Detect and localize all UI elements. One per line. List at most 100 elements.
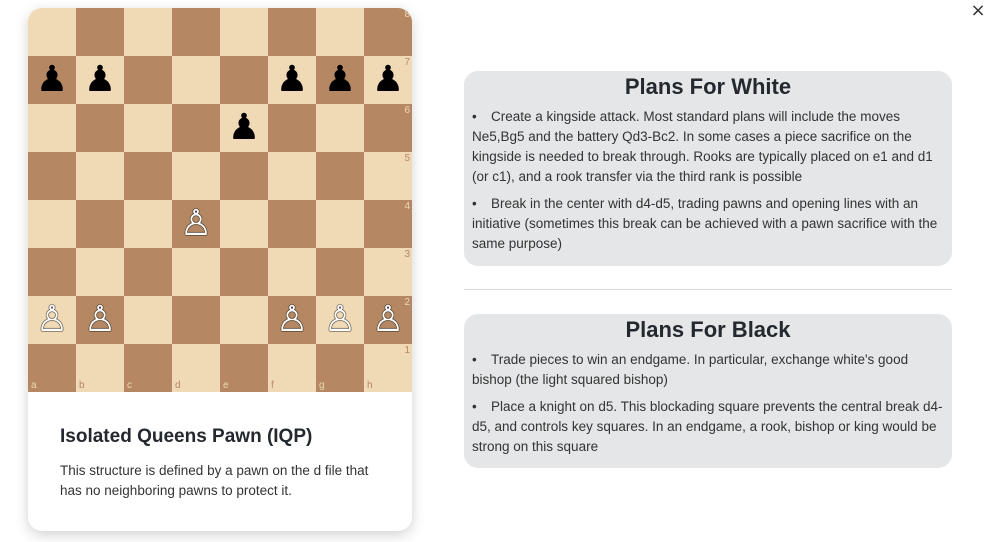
square-h6[interactable]: 6 [364,104,412,152]
square-a4[interactable] [28,200,76,248]
square-f3[interactable] [268,248,316,296]
black-pawn-icon[interactable]: ♟ [268,56,316,104]
file-label: b [79,380,85,391]
square-e6[interactable]: ♟ [220,104,268,152]
square-h3[interactable]: 3 [364,248,412,296]
square-d2[interactable] [172,296,220,344]
black-pawn-icon[interactable]: ♟ [76,56,124,104]
structure-title: Isolated Queens Pawn (IQP) [60,426,313,447]
square-c3[interactable] [124,248,172,296]
black-pawn-icon[interactable]: ♟ [28,56,76,104]
square-h8[interactable]: 8 [364,8,412,56]
bullet-icon: • [472,196,477,211]
square-g1[interactable]: g [316,344,364,392]
square-g3[interactable] [316,248,364,296]
plan-text: Trade pieces to win an endgame. In parti… [472,352,909,387]
square-d6[interactable] [172,104,220,152]
black-plan-item: • Trade pieces to win an endgame. In part… [472,350,944,390]
square-b6[interactable] [76,104,124,152]
square-g5[interactable] [316,152,364,200]
white-pawn-icon[interactable]: ♙ [28,296,76,344]
square-g7[interactable]: ♟ [316,56,364,104]
square-a5[interactable] [28,152,76,200]
square-g8[interactable] [316,8,364,56]
square-g2[interactable]: ♙ [316,296,364,344]
square-d3[interactable] [172,248,220,296]
white-plan-item: • Create a kingside attack. Most standard… [472,107,944,187]
square-f2[interactable]: ♙ [268,296,316,344]
square-h1[interactable]: 1h [364,344,412,392]
square-a8[interactable] [28,8,76,56]
square-f8[interactable] [268,8,316,56]
square-d5[interactable] [172,152,220,200]
black-plans-title: Plans For Black [625,317,791,342]
square-b4[interactable] [76,200,124,248]
square-a7[interactable]: ♟ [28,56,76,104]
square-h2[interactable]: 2 ♙ [364,296,412,344]
rank-label: 4 [404,201,410,212]
square-h4[interactable]: 4 [364,200,412,248]
square-b7[interactable]: ♟ [76,56,124,104]
close-icon: × [970,0,986,21]
rank-label: 3 [404,249,410,260]
square-f6[interactable] [268,104,316,152]
square-c1[interactable]: c [124,344,172,392]
white-pawn-icon[interactable]: ♙ [316,296,364,344]
square-a2[interactable]: ♙ [28,296,76,344]
file-label: g [319,380,325,391]
square-a6[interactable] [28,104,76,152]
square-b3[interactable] [76,248,124,296]
structure-description: This structure is defined by a pawn on t… [60,463,369,498]
square-a3[interactable] [28,248,76,296]
square-c5[interactable] [124,152,172,200]
square-f4[interactable] [268,200,316,248]
bullet-icon: • [472,352,477,367]
white-pawn-icon[interactable]: ♙ [172,200,220,248]
chess-board: 8 ♟ ♟ ♟ ♟ 7 ♟ ♟ 6 5 ♙ 4 3 ♙ ♙ ♙ ♙ 2 ♙ a b c d e f g 1 h [28,8,412,392]
file-label: e [223,380,229,391]
square-e5[interactable] [220,152,268,200]
square-b2[interactable]: ♙ [76,296,124,344]
white-pawn-icon[interactable]: ♙ [364,296,412,344]
square-b8[interactable] [76,8,124,56]
square-c4[interactable] [124,200,172,248]
square-e1[interactable]: e [220,344,268,392]
plan-text: Create a kingside attack. Most standard … [472,109,933,184]
square-d4[interactable]: ♙ [172,200,220,248]
black-pawn-icon[interactable]: ♟ [316,56,364,104]
black-pawn-icon[interactable]: ♟ [220,104,268,152]
square-f7[interactable]: ♟ [268,56,316,104]
square-f1[interactable]: f [268,344,316,392]
white-pawn-icon[interactable]: ♙ [76,296,124,344]
square-b1[interactable]: b [76,344,124,392]
square-e4[interactable] [220,200,268,248]
square-e3[interactable] [220,248,268,296]
black-pawn-icon[interactable]: ♟ [364,56,412,104]
square-c2[interactable] [124,296,172,344]
square-e2[interactable] [220,296,268,344]
square-c6[interactable] [124,104,172,152]
plan-text: Break in the center with d4-d5, trading … [472,196,938,251]
square-h7[interactable]: 7 ♟ [364,56,412,104]
square-a1[interactable]: a [28,344,76,392]
square-f5[interactable] [268,152,316,200]
divider [464,289,952,290]
rank-label: 6 [404,105,410,116]
white-plans-title: Plans For White [624,74,792,99]
white-pawn-icon[interactable]: ♙ [268,296,316,344]
square-h5[interactable]: 5 [364,152,412,200]
square-c8[interactable] [124,8,172,56]
square-c7[interactable] [124,56,172,104]
square-g4[interactable] [316,200,364,248]
white-plan-item: • Break in the center with d4-d5, trading… [472,194,944,254]
square-e7[interactable] [220,56,268,104]
square-d1[interactable]: d [172,344,220,392]
rank-label: 1 [404,345,410,356]
square-d7[interactable] [172,56,220,104]
square-b5[interactable] [76,152,124,200]
square-e8[interactable] [220,8,268,56]
square-g6[interactable] [316,104,364,152]
close-button[interactable]: × [968,0,988,21]
square-d8[interactable] [172,8,220,56]
bullet-icon: • [472,399,477,414]
